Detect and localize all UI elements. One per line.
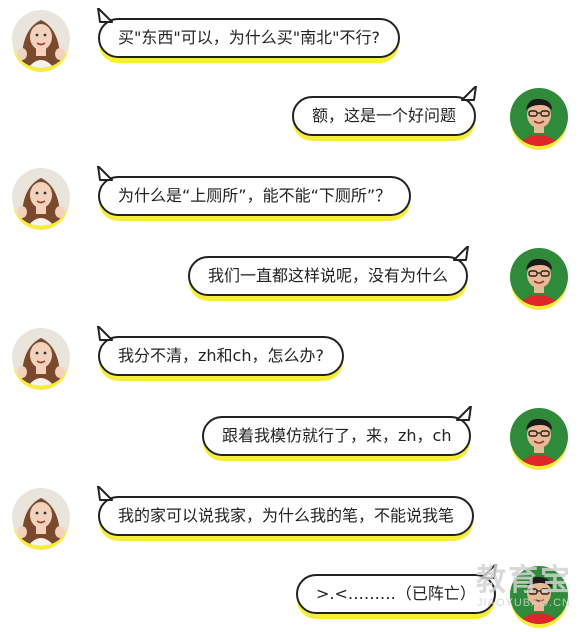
- message-text: 我们一直都这样说呢，没有为什么: [208, 266, 449, 285]
- bubble-tail-icon: [453, 246, 470, 261]
- watermark-logo-text: 教育宝: [476, 564, 572, 597]
- girl-avatar[interactable]: [12, 488, 70, 546]
- boy-avatar[interactable]: [510, 88, 568, 146]
- chat-message-row: 我的家可以说我家，为什么我的笔，不能说我笔: [0, 484, 586, 554]
- bubble-tail-icon: [456, 406, 473, 421]
- watermark: 教育宝 JIAOYUBAO.CN: [476, 564, 572, 610]
- watermark-domain-text: JIAOYUBAO.CN: [477, 597, 571, 609]
- girl-avatar[interactable]: [12, 168, 70, 226]
- chat-conversation: 买"东西"可以，为什么买"南北"不行? 额，这是一个好问题 为什么是“上厕所”，…: [0, 0, 586, 627]
- bubble-tail-icon: [461, 86, 478, 101]
- chat-bubble-sent: 额，这是一个好问题: [292, 86, 478, 136]
- message-text: 我的家可以说我家，为什么我的笔，不能说我笔: [118, 506, 455, 525]
- message-text: 跟着我模仿就行了，来，zh，ch: [222, 426, 452, 445]
- chat-bubble-sent: 跟着我模仿就行了，来，zh，ch: [202, 406, 473, 456]
- bubble-tail-icon: [97, 166, 113, 181]
- chat-message-row: 我们一直都这样说呢，没有为什么: [0, 244, 586, 314]
- message-text: 买"东西"可以，为什么买"南北"不行?: [118, 28, 380, 47]
- chat-message-row: 跟着我模仿就行了，来，zh，ch: [0, 404, 586, 474]
- message-text: 额，这是一个好问题: [312, 106, 457, 125]
- chat-message-row: 我分不清，zh和ch，怎么办?: [0, 324, 586, 394]
- boy-avatar[interactable]: [510, 408, 568, 466]
- chat-message-row: 买"东西"可以，为什么买"南北"不行?: [0, 6, 586, 76]
- message-text: >.<………（已阵亡）: [316, 584, 476, 603]
- girl-avatar[interactable]: [12, 328, 70, 386]
- girl-avatar[interactable]: [12, 10, 70, 68]
- chat-bubble-received: 我的家可以说我家，为什么我的笔，不能说我笔: [97, 486, 475, 536]
- chat-bubble-sent: 我们一直都这样说呢，没有为什么: [188, 246, 470, 296]
- bubble-tail-icon: [97, 326, 113, 341]
- message-text: 为什么是“上厕所”，能不能“下厕所”？: [118, 186, 392, 205]
- chat-bubble-received: 买"东西"可以，为什么买"南北"不行?: [97, 8, 400, 58]
- boy-avatar[interactable]: [510, 248, 568, 306]
- chat-message-row: 为什么是“上厕所”，能不能“下厕所”？: [0, 164, 586, 234]
- bubble-tail-icon: [97, 8, 113, 23]
- chat-bubble-received: 为什么是“上厕所”，能不能“下厕所”？: [97, 166, 412, 216]
- chat-message-row: 额，这是一个好问题: [0, 84, 586, 154]
- bubble-tail-icon: [97, 486, 113, 501]
- chat-bubble-sent: >.<………（已阵亡）: [296, 564, 497, 614]
- message-text: 我分不清，zh和ch，怎么办?: [118, 346, 324, 365]
- chat-bubble-received: 我分不清，zh和ch，怎么办?: [97, 326, 344, 376]
